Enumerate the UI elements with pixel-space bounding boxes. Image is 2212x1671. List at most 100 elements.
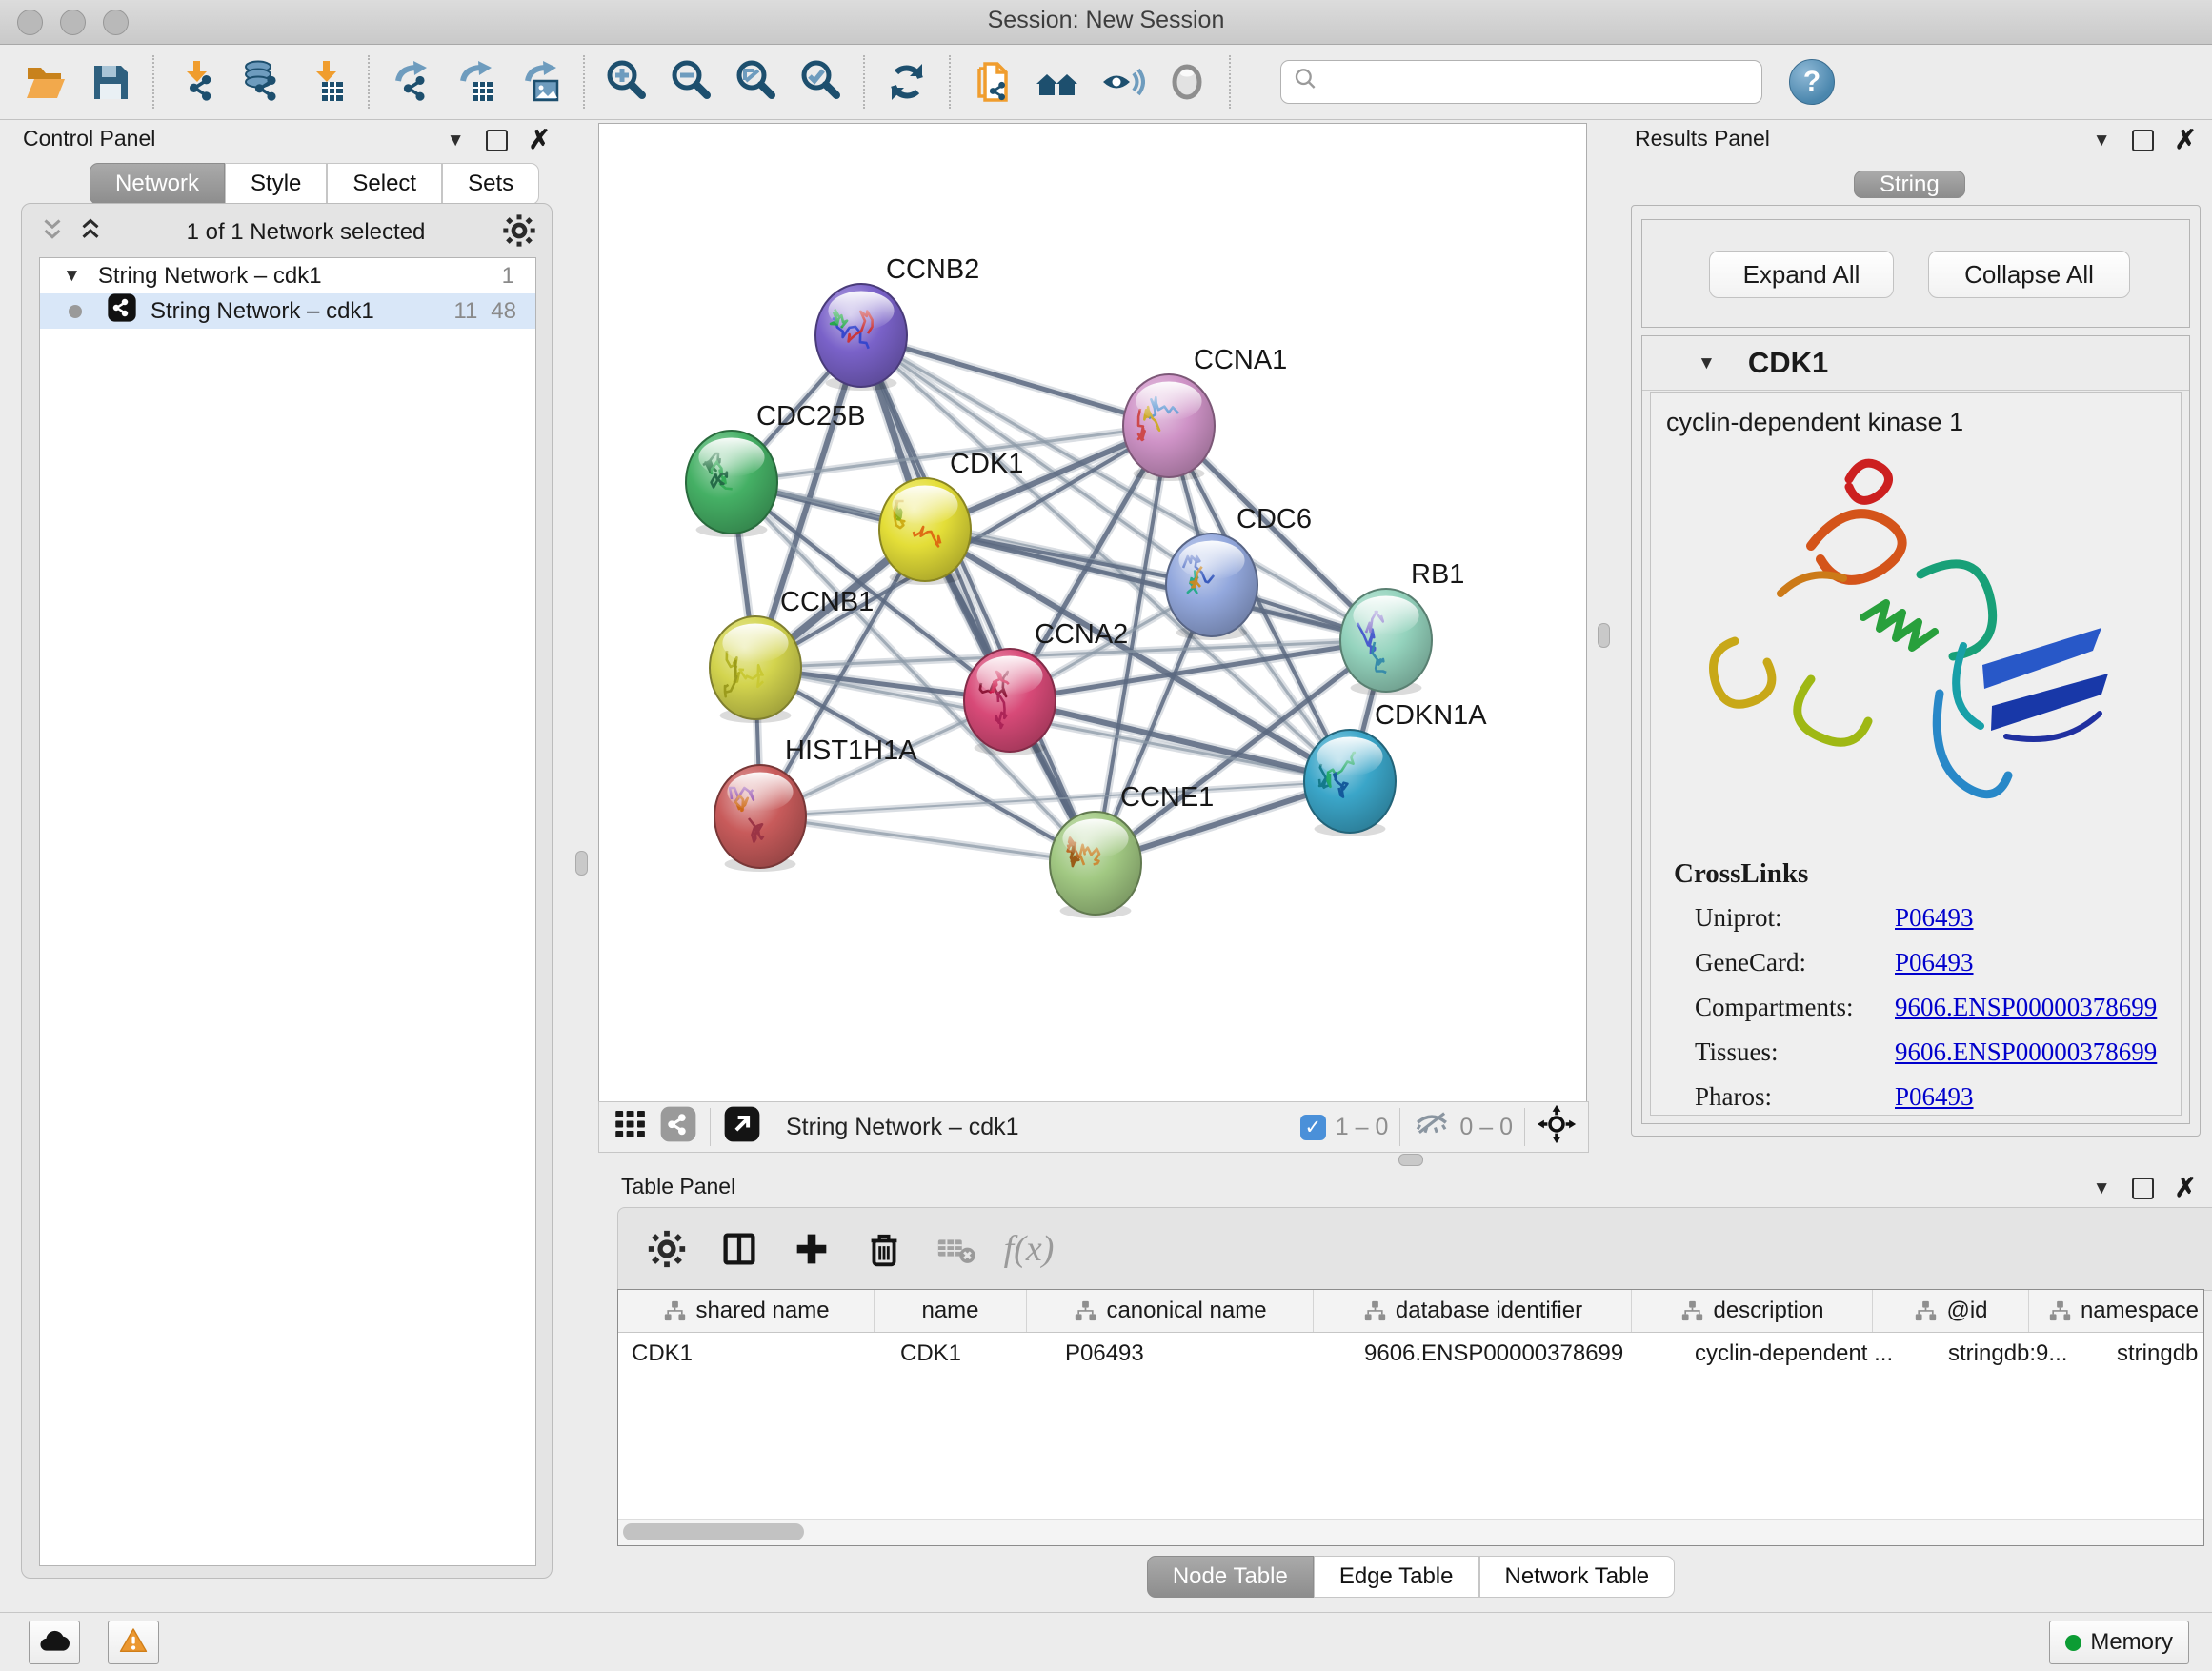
network-options-gear-icon[interactable] [500,211,538,254]
zoom-fit-button[interactable] [731,56,782,108]
attribute-type-icon [1913,1299,1939,1324]
column-header-canonical-name[interactable]: canonical name [1027,1290,1314,1332]
attribute-type-icon [1362,1299,1388,1324]
column-header-namespace[interactable]: namespace [2029,1290,2204,1332]
selected-checkbox[interactable]: ✓ [1300,1115,1326,1140]
crosslinks-list: Uniprot: P06493 GeneCard: P06493 Compart… [1651,896,2181,1119]
memory-label: Memory [2090,1629,2173,1656]
zoom-selected-button[interactable] [795,56,847,108]
open-view-icon[interactable] [722,1104,762,1151]
bottom-splitter-handle[interactable] [1398,1154,1423,1166]
network-selection-status: 1 of 1 Network selected [111,219,500,246]
node-label-CCNA1: CCNA1 [1194,345,1287,375]
pan-crosshair-icon[interactable] [1537,1104,1577,1151]
control-panel-menu-icon[interactable]: ▼ [447,131,465,150]
column-header-database-identifier[interactable]: database identifier [1314,1290,1632,1332]
table-row[interactable]: CDK1CDK1P064939606.ENSP00000378699cyclin… [618,1333,2203,1375]
tab-string[interactable]: String [1854,171,1965,198]
column-header-description[interactable]: description [1632,1290,1873,1332]
crosslink-link[interactable]: P06493 [1895,948,1974,977]
hidden-counts: 0 – 0 [1459,1114,1513,1141]
export-network-button[interactable] [386,56,437,108]
help-button[interactable]: ? [1789,59,1835,105]
table-panel-menu-icon[interactable]: ▼ [2093,1179,2111,1198]
table-panel-title: Table Panel [621,1167,735,1205]
edge[interactable] [760,816,1096,863]
table-horizontal-scrollbar[interactable] [618,1519,2203,1545]
expand-all-networks-icon[interactable] [73,213,111,252]
export-image-button[interactable] [515,56,567,108]
tab-select[interactable]: Select [327,163,442,205]
control-panel-float-icon[interactable] [486,130,508,151]
results-panel-float-icon[interactable] [2132,130,2154,151]
search-input[interactable] [1321,64,1761,100]
crosslink-link[interactable]: P06493 [1895,1082,1974,1112]
collapse-all-button[interactable]: Collapse All [1928,251,2130,298]
scrollbar-thumb[interactable] [623,1523,804,1540]
control-panel-close-icon[interactable]: ✗ [529,127,551,153]
node-CCNE1[interactable]: CCNE1 [1050,782,1214,918]
network-collection-row[interactable]: ▼ String Network – cdk1 1 [40,258,535,293]
table-panel-float-icon[interactable] [2132,1178,2154,1199]
network-row[interactable]: String Network – cdk1 11 48 [40,293,535,329]
crosslink-link[interactable]: 9606.ENSP00000378699 [1895,993,2157,1022]
tab-style[interactable]: Style [225,163,327,205]
collapse-all-networks-icon[interactable] [35,213,73,252]
tab-node-table[interactable]: Node Table [1147,1556,1314,1598]
results-panel-menu-icon[interactable]: ▼ [2093,131,2111,150]
import-network-button[interactable] [171,56,222,108]
table-panel-close-icon[interactable]: ✗ [2175,1175,2197,1201]
column-header-@id[interactable]: @id [1873,1290,2029,1332]
results-panel-close-icon[interactable]: ✗ [2175,127,2197,153]
hidden-eye-icon[interactable] [1412,1104,1452,1151]
import-table-button[interactable] [300,56,352,108]
cloud-status-button[interactable] [29,1621,80,1664]
string-eye-button[interactable] [1161,56,1213,108]
string-document-button[interactable] [967,56,1018,108]
tab-network[interactable]: Network [90,163,225,205]
export-table-button[interactable] [451,56,502,108]
delete-columns-icon[interactable] [856,1221,912,1277]
network-canvas[interactable]: CCNB2 CCNA1 CDC25B CDK1 CDC6 R [598,123,1587,1102]
table-options-gear-icon[interactable] [639,1221,694,1277]
create-column-icon[interactable] [784,1221,839,1277]
network-label: String Network – cdk1 [151,298,440,325]
network-graph[interactable]: CCNB2 CCNA1 CDC25B CDK1 CDC6 R [599,124,1586,1101]
node-table: shared name name canonical name database… [617,1289,2204,1546]
table-panel: Table Panel ▼ ✗ f(x) shared name name ca… [610,1167,2212,1586]
import-database-button[interactable] [235,56,287,108]
string-home-button[interactable] [1032,56,1083,108]
right-splitter-handle[interactable] [1598,623,1610,648]
node-label-CDC25B: CDC25B [756,401,865,432]
crosslink-label: GeneCard: [1695,948,1895,977]
string-labels-button[interactable] [1096,56,1148,108]
warnings-button[interactable] [108,1621,159,1664]
column-header-name[interactable]: name [875,1290,1027,1332]
node-RB1[interactable]: RB1 [1340,559,1464,695]
node-HIST1H1A[interactable]: HIST1H1A [714,735,917,872]
collection-expander-icon[interactable]: ▼ [63,267,81,285]
birds-eye-grid-icon[interactable] [611,1104,651,1151]
crosslink-link[interactable]: P06493 [1895,903,1974,933]
tab-network-table[interactable]: Network Table [1479,1556,1676,1598]
tab-edge-table[interactable]: Edge Table [1314,1556,1479,1598]
show-columns-icon[interactable] [712,1221,767,1277]
zoom-in-button[interactable] [601,56,653,108]
tab-sets[interactable]: Sets [442,163,539,205]
network-share-icon[interactable] [658,1104,698,1151]
memory-button[interactable]: Memory [2049,1621,2189,1664]
node-label-CCNE1: CCNE1 [1120,782,1214,813]
refresh-view-button[interactable] [881,56,933,108]
node-CDKN1A[interactable]: CDKN1A [1304,700,1487,836]
window-title: Session: New Session [0,7,2212,34]
zoom-out-button[interactable] [666,56,717,108]
gene-expander-icon[interactable]: ▼ [1698,354,1716,372]
save-session-button[interactable] [85,56,136,108]
table-header-row: shared name name canonical name database… [618,1290,2203,1333]
crosslink-link[interactable]: 9606.ENSP00000378699 [1895,1037,2157,1067]
left-splitter-handle[interactable] [575,851,588,876]
main-toolbar: ? [0,45,2212,120]
column-header-shared-name[interactable]: shared name [618,1290,875,1332]
open-session-button[interactable] [20,56,71,108]
expand-all-button[interactable]: Expand All [1709,251,1894,298]
